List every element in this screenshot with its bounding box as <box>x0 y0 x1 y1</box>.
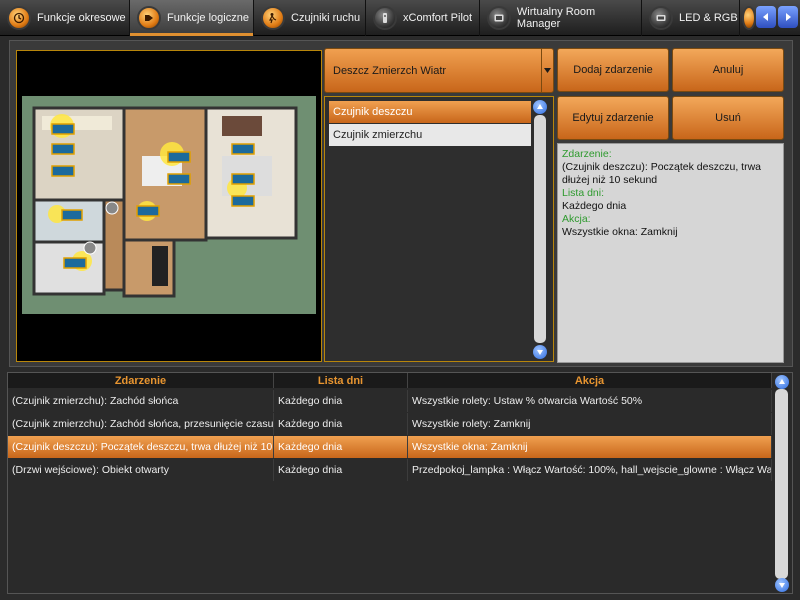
logic-icon <box>137 6 161 30</box>
clock-icon <box>7 6 31 30</box>
tab-nav <box>756 6 798 28</box>
tab-overflow[interactable] <box>740 0 756 36</box>
cell-event: (Czujnik deszczu): Początek deszczu, trw… <box>8 436 274 458</box>
column-header-lista-dni[interactable]: Lista dni <box>274 373 408 388</box>
motion-sensor-icon <box>261 6 285 30</box>
chevron-down-icon <box>541 49 553 92</box>
tab-label: Funkcje logiczne <box>167 12 249 24</box>
column-header-zdarzenie[interactable]: Zdarzenie <box>8 373 274 388</box>
list-item-label: Czujnik deszczu <box>333 106 413 118</box>
floor-plan-view <box>16 50 322 362</box>
button-label: Anuluj <box>712 64 744 76</box>
action-value: Wszystkie okna: Zamknij <box>562 226 678 238</box>
arrow-right-icon <box>786 13 791 21</box>
tab-label: xComfort Pilot <box>403 12 473 24</box>
cell-action: Wszystkie okna: Zamknij <box>408 436 772 458</box>
arrow-down-icon <box>779 583 785 588</box>
table-scroll-down-button[interactable] <box>775 578 789 592</box>
cell-action: Wszystkie rolety: Zamknij <box>408 413 772 435</box>
tab-funkcje-okresowe[interactable]: Funkcje okresowe <box>0 0 130 36</box>
cell-days: Każdego dnia <box>274 436 408 458</box>
days-value: Każdego dnia <box>562 200 627 212</box>
partial-tab-icon <box>742 6 756 30</box>
cell-action: Wszystkie rolety: Ustaw % otwarcia Warto… <box>408 390 772 412</box>
cell-action: Przedpokoj_lampka : Włącz Wartość: 100%,… <box>408 459 772 481</box>
event-list-scrollbar[interactable] <box>534 115 546 343</box>
event-label: Zdarzenie: <box>562 148 612 160</box>
cell-event: (Czujnik zmierzchu): Zachód słońca, prze… <box>8 413 274 435</box>
tab-label: Czujniki ruchu <box>291 12 361 24</box>
events-table: Zdarzenie Lista dni Akcja (Czujnik zmier… <box>7 372 793 594</box>
table-row-selected[interactable]: (Czujnik deszczu): Początek deszczu, trw… <box>8 436 772 458</box>
tab-funkcje-logiczne[interactable]: Funkcje logiczne <box>130 0 254 36</box>
tab-label: Funkcje okresowe <box>37 12 126 24</box>
cell-days: Każdego dnia <box>274 390 408 412</box>
tab-label: Wirtualny Room Manager <box>516 6 596 30</box>
arrow-up-icon <box>779 379 785 384</box>
event-value: (Czujnik deszczu): Początek deszczu, trw… <box>562 161 761 186</box>
event-type-select[interactable]: Deszcz Zmierzch Wiatr <box>324 48 554 93</box>
scroll-down-button[interactable] <box>533 345 547 359</box>
floor-plan-image <box>32 106 298 298</box>
edit-event-button[interactable]: Edytuj zdarzenie <box>557 96 669 140</box>
button-label: Dodaj zdarzenie <box>573 64 653 76</box>
list-item-label: Czujnik zmierzchu <box>333 129 423 141</box>
button-label: Edytuj zdarzenie <box>572 112 654 124</box>
delete-button[interactable]: Usuń <box>672 96 784 140</box>
arrow-up-icon <box>537 104 543 109</box>
add-event-button[interactable]: Dodaj zdarzenie <box>557 48 669 92</box>
led-icon <box>649 6 673 30</box>
action-label: Akcja: <box>562 213 591 225</box>
table-row[interactable]: (Drzwi wejściowe): Obiekt otwarty Każdeg… <box>8 459 772 481</box>
cell-event: (Czujnik zmierzchu): Zachód słońca <box>8 390 274 412</box>
event-list: Czujnik deszczu Czujnik zmierzchu <box>324 96 554 362</box>
list-item-czujnik-zmierzchu[interactable]: Czujnik zmierzchu <box>329 124 531 146</box>
tab-bar: Funkcje okresowe Funkcje logiczne Czujni… <box>0 0 800 36</box>
cell-days: Każdego dnia <box>274 459 408 481</box>
scroll-up-button[interactable] <box>533 100 547 114</box>
tab-wirtualny-room-manager[interactable]: Wirtualny Room Manager <box>480 0 642 36</box>
button-label: Usuń <box>715 112 741 124</box>
tab-prev-button[interactable] <box>756 6 776 28</box>
arrow-left-icon <box>763 13 768 21</box>
event-type-value: Deszcz Zmierzch Wiatr <box>333 64 447 77</box>
arrow-down-icon <box>537 350 543 355</box>
table-scrollbar[interactable] <box>775 389 788 579</box>
tab-label: LED & RGB <box>679 12 738 24</box>
tab-next-button[interactable] <box>778 6 798 28</box>
cell-event: (Drzwi wejściowe): Obiekt otwarty <box>8 459 274 481</box>
days-label: Lista dni: <box>562 187 605 199</box>
tab-xcomfort-pilot[interactable]: xComfort Pilot <box>366 0 480 36</box>
tab-czujniki-ruchu[interactable]: Czujniki ruchu <box>254 0 366 36</box>
column-header-akcja[interactable]: Akcja <box>408 373 772 388</box>
room-manager-icon <box>487 6 511 30</box>
event-details-panel: Zdarzenie: (Czujnik deszczu): Początek d… <box>557 143 784 363</box>
list-item-czujnik-deszczu[interactable]: Czujnik deszczu <box>329 101 531 123</box>
cancel-button[interactable]: Anuluj <box>672 48 784 92</box>
cell-days: Każdego dnia <box>274 413 408 435</box>
table-header: Zdarzenie Lista dni Akcja <box>8 373 772 388</box>
table-row[interactable]: (Czujnik zmierzchu): Zachód słońca Każde… <box>8 390 772 412</box>
table-row[interactable]: (Czujnik zmierzchu): Zachód słońca, prze… <box>8 413 772 435</box>
tab-led-rgb[interactable]: LED & RGB <box>642 0 740 36</box>
remote-icon <box>373 6 397 30</box>
table-scroll-up-button[interactable] <box>775 375 789 389</box>
